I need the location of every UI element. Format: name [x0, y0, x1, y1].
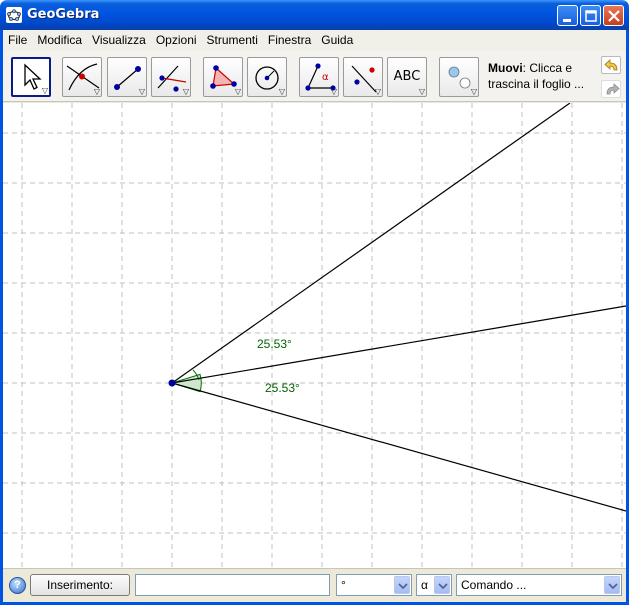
title-bar: GeoGebra — [0, 0, 629, 30]
submenu-arrow-icon: ▽ — [418, 87, 425, 96]
submenu-arrow-icon: ▽ — [234, 87, 241, 96]
window-title: GeoGebra — [27, 7, 100, 22]
symbol-combo-value: ° — [341, 578, 346, 592]
tool-text[interactable]: ABC ▽ — [387, 57, 427, 97]
input-button[interactable]: Inserimento: — [30, 574, 130, 596]
submenu-arrow-icon: ▽ — [41, 86, 48, 95]
command-combo[interactable]: Comando ... — [456, 574, 622, 596]
minimize-icon — [563, 19, 571, 22]
help-icon[interactable]: ? — [9, 577, 26, 594]
text-tool-label: ABC — [393, 69, 421, 84]
greek-combo-value: α — [421, 578, 428, 592]
submenu-arrow-icon: ▽ — [138, 87, 145, 96]
submenu-arrow-icon: ▽ — [330, 87, 337, 96]
menu-file[interactable]: File — [3, 31, 32, 50]
submenu-arrow-icon: ▽ — [93, 87, 100, 96]
geogebra-logo-icon — [6, 7, 22, 23]
tool-help-text: Muovi: Clicca e trascina il foglio ... — [488, 60, 588, 92]
ray-bisector[interactable] — [171, 305, 626, 384]
angle-label-lower: 25.53° — [265, 381, 300, 395]
menu-visualizza[interactable]: Visualizza — [87, 31, 151, 50]
close-button[interactable] — [603, 5, 624, 26]
vertex-point[interactable] — [168, 379, 176, 387]
maximize-button[interactable] — [580, 5, 601, 26]
submenu-arrow-icon: ▽ — [374, 87, 381, 96]
redo-icon — [606, 83, 620, 95]
input-bar: ? Inserimento: ° α Comando ... — [3, 568, 626, 602]
tool-perpendicular[interactable]: ▽ — [151, 57, 191, 97]
menu-modifica[interactable]: Modifica — [32, 31, 87, 50]
angle-sector[interactable] — [170, 373, 202, 393]
menu-bar: File Modifica Visualizza Opzioni Strumen… — [3, 30, 626, 51]
undo-button[interactable] — [601, 56, 621, 74]
tool-intersect[interactable]: ▽ — [62, 57, 102, 97]
tool-reflect[interactable]: ▽ — [343, 57, 383, 97]
tool-circle[interactable]: ▽ — [247, 57, 287, 97]
graphics-canvas[interactable]: 25.53° 25.53° — [3, 103, 626, 568]
chevron-down-icon[interactable] — [394, 576, 410, 594]
submenu-arrow-icon: ▽ — [278, 87, 285, 96]
symbol-combo[interactable]: ° — [336, 574, 412, 596]
undo-icon — [604, 59, 618, 71]
input-field[interactable] — [135, 574, 330, 596]
svg-text:α: α — [322, 72, 329, 83]
angle-label-upper: 25.53° — [257, 337, 292, 351]
tool-segment[interactable]: ▽ — [107, 57, 147, 97]
chevron-down-icon[interactable] — [434, 576, 450, 594]
graphics-view[interactable]: 25.53° 25.53° — [3, 103, 626, 568]
tool-help-title: Muovi — [488, 61, 523, 75]
menu-strumenti[interactable]: Strumenti — [202, 31, 263, 50]
grid — [3, 103, 626, 568]
chevron-down-icon[interactable] — [604, 576, 620, 594]
ray-lower[interactable] — [171, 382, 626, 512]
greek-combo[interactable]: α — [416, 574, 452, 596]
minimize-button[interactable] — [557, 5, 578, 26]
tool-polygon[interactable]: ▽ — [203, 57, 243, 97]
redo-button[interactable] — [601, 80, 621, 98]
menu-finestra[interactable]: Finestra — [263, 31, 316, 50]
menu-guida[interactable]: Guida — [316, 31, 358, 50]
command-combo-value: Comando ... — [461, 578, 527, 592]
tool-show-hide[interactable]: ▽ — [439, 57, 479, 97]
ray-upper[interactable] — [171, 103, 571, 384]
maximize-icon — [585, 10, 597, 22]
tool-angle[interactable]: α ▽ — [299, 57, 339, 97]
submenu-arrow-icon: ▽ — [182, 87, 189, 96]
close-icon — [608, 10, 620, 22]
menu-opzioni[interactable]: Opzioni — [151, 31, 202, 50]
submenu-arrow-icon: ▽ — [470, 87, 477, 96]
tool-move[interactable]: ▽ — [11, 57, 51, 97]
